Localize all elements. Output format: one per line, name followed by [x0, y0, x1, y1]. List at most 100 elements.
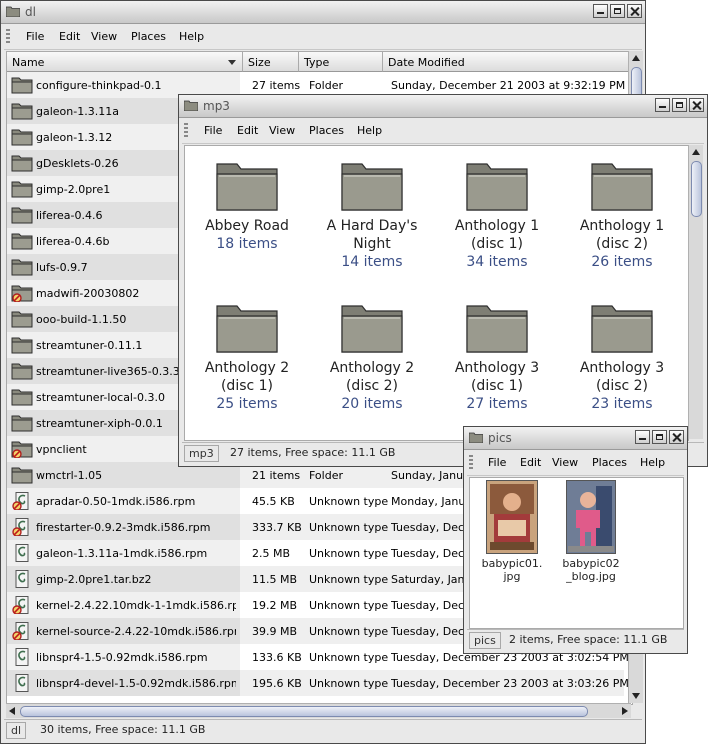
scroll-right-icon[interactable]: [622, 707, 628, 715]
maximize-button[interactable]: [652, 430, 667, 444]
status-text: 30 items, Free space: 11.1 GB: [40, 723, 206, 736]
column-name-label: Name: [12, 56, 45, 69]
folder-locked-icon: [11, 284, 33, 303]
hscroll-thumb[interactable]: [20, 706, 588, 717]
folder-name: Anthology 2 (disc 2): [329, 360, 415, 394]
folder-item[interactable]: Abbey Road 18 items: [187, 161, 307, 253]
menu-edit[interactable]: Edit: [520, 456, 541, 469]
image-label-line2: jpg: [503, 570, 521, 583]
menu-file[interactable]: File: [488, 456, 506, 469]
menu-view[interactable]: View: [91, 30, 117, 43]
folder-item[interactable]: Anthology 3 (disc 2) 23 items: [562, 303, 682, 413]
folder-item[interactable]: Anthology 2 (disc 1) 25 items: [187, 303, 307, 413]
cell-date: Sunday, December 21 2003 at 9:32:19 PM: [391, 79, 626, 92]
table-row[interactable]: libnspr4-devel-1.5-0.92mdk.i586.rpm 195.6…: [7, 670, 629, 696]
minimize-button[interactable]: [655, 98, 670, 112]
menu-file[interactable]: File: [26, 30, 44, 43]
vertical-scrollbar[interactable]: [688, 145, 703, 439]
cell-type: Unknown type: [309, 521, 389, 534]
folder-item-count: 20 items: [341, 396, 403, 412]
rpm-locked-icon: [11, 492, 33, 511]
folder-icon: [591, 161, 653, 211]
pics-titlebar[interactable]: pics: [464, 427, 687, 450]
folder-icon: [591, 303, 653, 353]
horizontal-scrollbar[interactable]: [6, 703, 631, 718]
rpm-icon: [11, 570, 33, 588]
cell-type: Unknown type: [309, 651, 389, 664]
folder-icon: [11, 102, 33, 120]
scroll-thumb[interactable]: [691, 161, 702, 217]
folder-item[interactable]: Anthology 1 (disc 2) 26 items: [562, 161, 682, 271]
folder-icon: [466, 161, 528, 211]
menu-help[interactable]: Help: [640, 456, 665, 469]
folder-item[interactable]: Anthology 1 (disc 1) 34 items: [437, 161, 557, 271]
folder-item-count: 27 items: [466, 396, 528, 412]
cell-size: 333.7 KB: [252, 521, 302, 534]
folder-icon: [11, 362, 33, 380]
folder-name: Anthology 3 (disc 2): [579, 360, 665, 394]
folder-icon: [466, 303, 528, 353]
menu-edit[interactable]: Edit: [59, 30, 80, 43]
maximize-button[interactable]: [610, 4, 625, 18]
folder-name: Anthology 1 (disc 2): [579, 218, 665, 252]
folder-icon: [341, 303, 403, 353]
status-text: 27 items, Free space: 11.1 GB: [230, 446, 396, 459]
image-item[interactable]: babypic01. jpg: [474, 480, 550, 583]
rpm-locked-icon: [11, 622, 33, 641]
folder-icon: [11, 336, 33, 354]
dl-titlebar[interactable]: dl: [1, 1, 645, 24]
close-button[interactable]: [689, 98, 704, 112]
close-button[interactable]: [669, 430, 684, 444]
image-item[interactable]: babypic02 _blog.jpg: [553, 480, 629, 583]
image-label-line1: babypic01.: [481, 557, 543, 570]
folder-item[interactable]: Anthology 2 (disc 2) 20 items: [312, 303, 432, 413]
menubar-grip[interactable]: [184, 123, 188, 139]
folder-item[interactable]: Anthology 3 (disc 1) 27 items: [437, 303, 557, 413]
menu-help[interactable]: Help: [357, 124, 382, 137]
folder-icon: [11, 258, 33, 276]
scroll-up-icon[interactable]: [692, 149, 700, 155]
minimize-button[interactable]: [635, 430, 650, 444]
cell-type: Unknown type: [309, 625, 389, 638]
window-title: pics: [488, 431, 512, 445]
menu-places[interactable]: Places: [131, 30, 166, 43]
minimize-button[interactable]: [593, 4, 608, 18]
maximize-button[interactable]: [672, 98, 687, 112]
folder-icon: [216, 303, 278, 353]
menu-places[interactable]: Places: [592, 456, 627, 469]
folder-name: Anthology 1 (disc 1): [454, 218, 540, 252]
column-header-size[interactable]: Size: [243, 52, 299, 72]
mp3-titlebar[interactable]: mp3: [179, 95, 707, 118]
statusbar: dl 30 items, Free space: 11.1 GB: [4, 719, 642, 740]
scroll-up-icon[interactable]: [632, 55, 640, 61]
icon-view: Abbey Road 18 items A Hard Day's Night 14 i…: [184, 145, 689, 441]
menu-places[interactable]: Places: [309, 124, 344, 137]
cell-size: 45.5 KB: [252, 495, 295, 508]
column-header-type[interactable]: Type: [299, 52, 383, 72]
cell-name: wmctrl-1.05: [36, 469, 103, 482]
menu-view[interactable]: View: [552, 456, 578, 469]
menu-help[interactable]: Help: [179, 30, 204, 43]
menubar-grip[interactable]: [6, 29, 10, 45]
menubar-grip[interactable]: [469, 455, 473, 471]
photo-thumbnail-icon: [486, 480, 538, 554]
cell-name: galeon-1.3.11a-1mdk.i586.rpm: [36, 547, 208, 560]
column-header-date[interactable]: Date Modified: [383, 52, 632, 72]
menu-edit[interactable]: Edit: [237, 124, 258, 137]
folder-item-count: 34 items: [466, 254, 528, 270]
scroll-left-icon[interactable]: [9, 707, 15, 715]
folder-icon: [11, 414, 33, 432]
cell-size: 2.5 MB: [252, 547, 291, 560]
close-button[interactable]: [627, 4, 642, 18]
image-label-line1: babypic02: [562, 557, 620, 570]
folder-icon: [11, 206, 33, 224]
folder-item[interactable]: A Hard Day's Night 14 items: [312, 161, 432, 271]
column-size-label: Size: [248, 56, 271, 69]
cell-size: 133.6 KB: [252, 651, 302, 664]
menu-view[interactable]: View: [269, 124, 295, 137]
scroll-down-icon[interactable]: [632, 693, 640, 699]
menu-file[interactable]: File: [204, 124, 222, 137]
column-header-name[interactable]: Name: [7, 52, 243, 72]
image-label-line2: _blog.jpg: [566, 570, 616, 583]
cell-name: firestarter-0.9.2-3mdk.i586.rpm: [36, 521, 211, 534]
